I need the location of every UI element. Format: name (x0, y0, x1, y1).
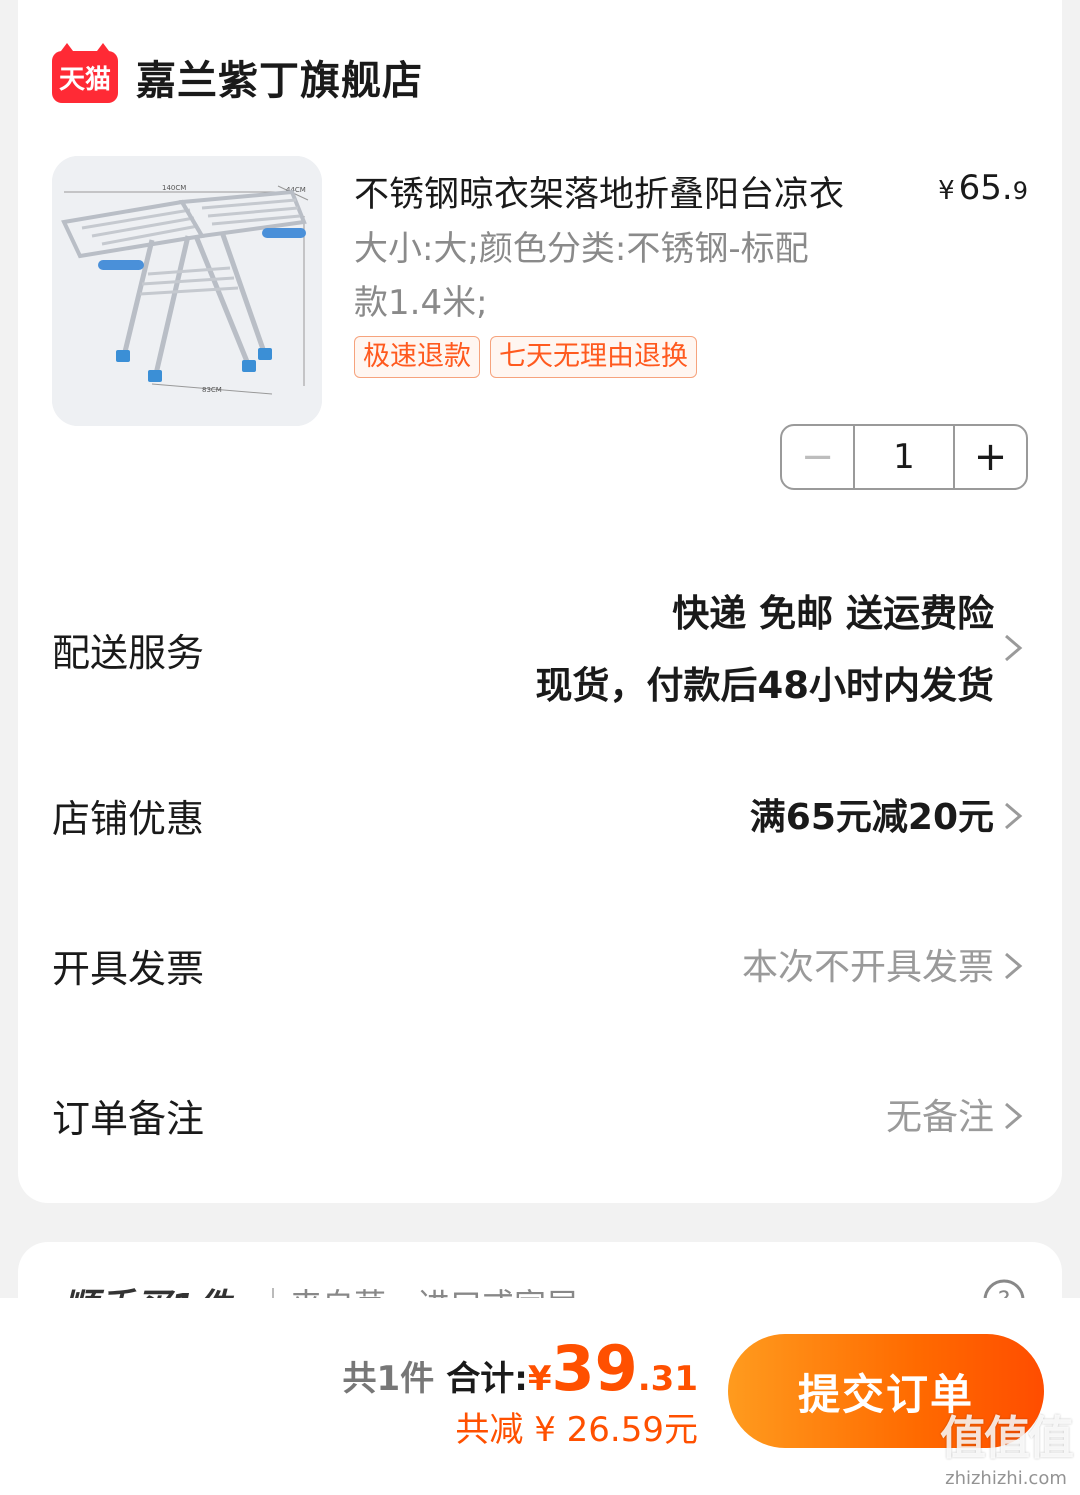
total-dec: .31 (637, 1359, 698, 1399)
item-count: 共1件 (342, 1359, 435, 1399)
watermark-url: zhizhizhi.com (945, 1468, 1067, 1489)
chevron-right-icon (1005, 1102, 1023, 1130)
decrease-button[interactable]: − (782, 426, 853, 488)
clothes-drying-rack-icon: 140CM 44CM 83CM (52, 156, 322, 426)
product-title[interactable]: 不锈钢晾衣架落地折叠阳台凉衣 (354, 166, 934, 217)
order-card: 天猫 嘉兰紫丁旗舰店 140CM 44CM 83CM 不锈钢晾衣架落地折叠阳台凉… (18, 0, 1062, 1203)
watermark-logo: 值值值 (940, 1411, 1074, 1465)
shop-name[interactable]: 嘉兰紫丁旗舰店 (136, 48, 423, 106)
delivery-row[interactable]: 配送服务 快递 免邮 送运费险 现货，付款后48小时内发货 (52, 578, 1028, 718)
shop-coupon-row[interactable]: 店铺优惠 满65元减20元 (52, 788, 1028, 848)
product-price: ¥65.9 (938, 168, 1028, 208)
tmall-logo-icon: 天猫 (52, 43, 118, 103)
quantity-stepper: − 1 + (780, 424, 1028, 490)
invoice-label: 开具发票 (52, 947, 205, 991)
svg-text:83CM: 83CM (202, 386, 222, 394)
invoice-row[interactable]: 开具发票 本次不开具发票 (52, 938, 1028, 998)
total-discount[interactable]: 共减 ¥ 26.59元 (455, 1402, 698, 1451)
order-note-label: 订单备注 (52, 1097, 205, 1141)
total-currency: ¥ (527, 1359, 552, 1399)
tag-seven-day-return: 七天无理由退换 (490, 336, 697, 378)
price-currency: ¥ (938, 176, 955, 206)
product-image[interactable]: 140CM 44CM 83CM (52, 156, 322, 426)
order-note-row[interactable]: 订单备注 无备注 (52, 1088, 1028, 1148)
product-spec-line1: 大小:大;颜色分类:不锈钢-标配 (354, 229, 809, 269)
chevron-right-icon (1005, 802, 1023, 830)
svg-text:140CM: 140CM (162, 184, 186, 192)
service-tags: 极速退款 七天无理由退换 (354, 336, 697, 378)
price-int: 65. (958, 168, 1013, 208)
product-spec-line2: 款1.4米; (354, 283, 488, 323)
price-dec: 9 (1012, 177, 1028, 205)
watermark: 值值值 zhizhizhi.com (940, 1402, 1074, 1489)
chevron-right-icon (1005, 952, 1023, 980)
delivery-label: 配送服务 (52, 631, 205, 675)
order-note-value: 无备注 (885, 1097, 994, 1138)
increase-button[interactable]: + (955, 426, 1026, 488)
quantity-value[interactable]: 1 (853, 426, 955, 488)
shop-coupon-label: 店铺优惠 (52, 797, 205, 841)
checkout-bar: 共1件 合计: ¥ 39 .31 共减 ¥ 26.59元 提交订单 (0, 1298, 1080, 1495)
shop-header[interactable]: 天猫 嘉兰紫丁旗舰店 (52, 43, 423, 106)
tag-fast-refund: 极速退款 (354, 336, 480, 378)
invoice-value: 本次不开具发票 (741, 947, 994, 988)
delivery-value-line2: 现货，付款后48小时内发货 (535, 664, 995, 707)
product-spec[interactable]: 大小:大;颜色分类:不锈钢-标配 款1.4米; (354, 222, 914, 330)
total-label: 合计: (446, 1359, 528, 1399)
shop-coupon-value: 满65元减20元 (749, 797, 994, 838)
delivery-value: 快递 免邮 送运费险 现货，付款后48小时内发货 (536, 578, 995, 722)
chevron-right-icon (1005, 634, 1023, 662)
delivery-value-line1: 快递 免邮 送运费险 (672, 592, 994, 635)
order-total: 共1件 合计: ¥ 39 .31 (343, 1332, 698, 1405)
total-int: 39 (551, 1332, 638, 1405)
